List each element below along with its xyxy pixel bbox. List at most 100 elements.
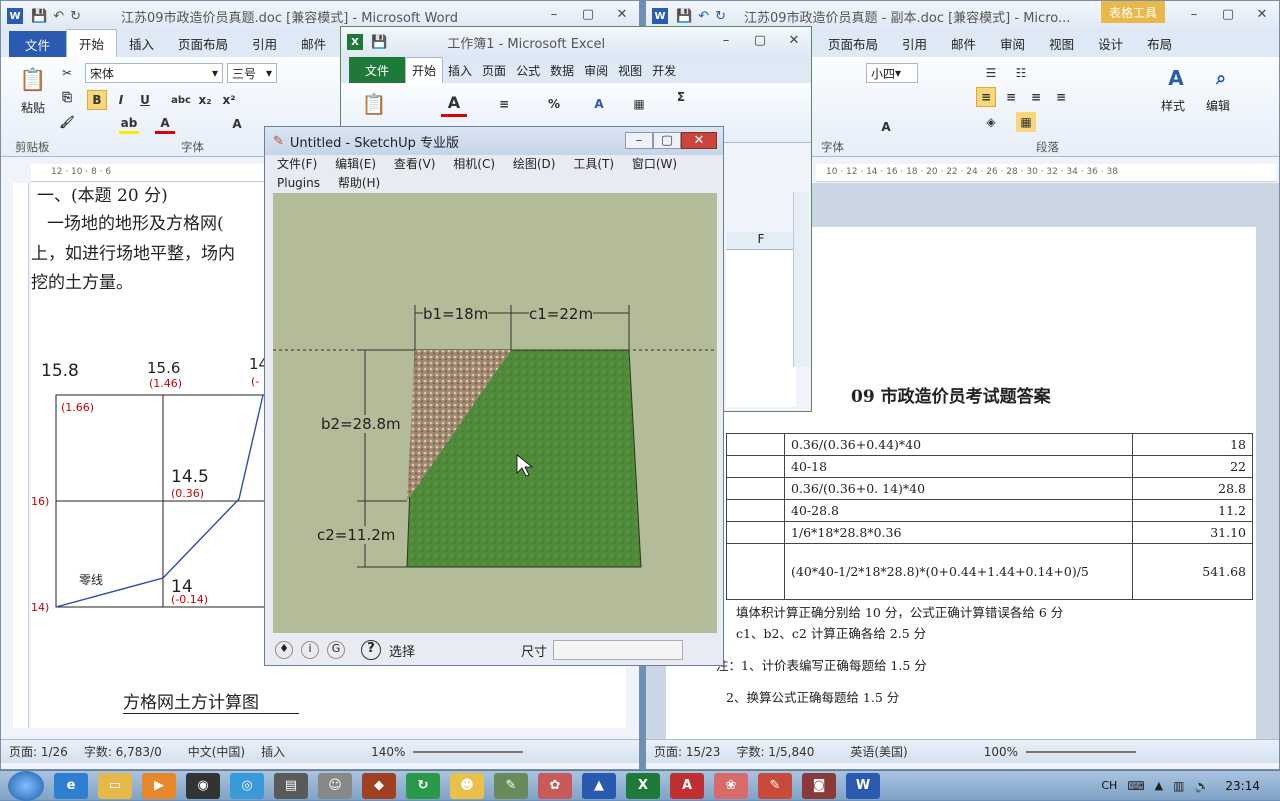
page-indicator[interactable]: 页面: 15/23 [646,743,728,760]
geo-location-icon[interactable]: ♦ [275,641,293,659]
styles-icon[interactable]: A [1161,63,1191,93]
tab-insert[interactable]: 插入 [117,30,166,57]
tab-file[interactable]: 文件 [9,31,67,57]
credits-icon[interactable]: i [301,641,319,659]
tab-page[interactable]: 页面 [477,58,511,83]
zoom-slider[interactable] [413,750,524,753]
sketchup-titlebar[interactable]: ✎ Untitled - SketchUp 专业版 – ▢ ✕ [265,127,723,155]
tab-layout[interactable]: 布局 [1135,30,1184,57]
tab-insert[interactable]: 插入 [443,58,477,83]
tab-design[interactable]: 设计 [1086,30,1135,57]
maximize-icon[interactable]: ▢ [653,132,681,149]
tab-data[interactable]: 数据 [545,58,579,83]
measurements-input[interactable] [553,640,684,660]
sheet-area[interactable]: F [726,232,796,407]
refresh-app-icon[interactable]: ↻ [406,772,440,799]
align-left-button[interactable]: ≡ [976,87,996,107]
zoom-slider[interactable] [1026,750,1137,753]
paste-label[interactable]: 粘贴 [21,99,45,116]
ime-indicator[interactable]: CH [1101,779,1117,792]
user-icon[interactable]: ☺ [318,772,352,799]
font-color-icon[interactable]: A [155,114,175,134]
excel-icon[interactable]: X [347,34,363,50]
subscript-button[interactable]: x₂ [195,90,215,110]
align-right-button[interactable]: ≡ [1026,87,1046,107]
tab-references[interactable]: 引用 [890,30,939,57]
maximize-icon[interactable]: ▢ [1211,7,1245,22]
menu-plugins[interactable]: Plugins [277,176,320,190]
binoculars-icon[interactable]: ⌕ [1206,63,1236,93]
signin-icon[interactable]: G [327,641,345,659]
menu-help[interactable]: 帮助(H) [338,176,380,190]
word-count[interactable]: 字数: 1/5,840 [728,743,822,760]
close-icon[interactable]: ✕ [1245,7,1279,22]
save-icon[interactable]: 💾 [31,9,47,24]
map-icon[interactable]: ✿ [538,772,572,799]
ie-icon[interactable]: e [54,772,88,799]
tab-page-layout[interactable]: 页面布局 [166,30,240,57]
zoom-level[interactable]: 100% [976,745,1026,759]
vertical-ruler[interactable] [13,183,29,728]
grow-font-icon[interactable]: A [227,114,247,134]
align-center-button[interactable]: ≡ [1001,87,1021,107]
redo-icon[interactable]: ↻ [70,9,81,24]
minimize-icon[interactable]: – [625,132,653,149]
tab-references[interactable]: 引用 [240,30,289,57]
minimize-icon[interactable]: – [1177,7,1211,22]
sketchup-icon[interactable]: ✎ [273,134,284,149]
autocad-icon[interactable]: ▲ [582,772,616,799]
start-button[interactable] [8,770,44,801]
cut-icon[interactable]: ✂ [57,63,77,83]
acrobat-icon[interactable]: A [670,772,704,799]
menu-view[interactable]: 查看(V) [394,157,436,171]
sketchup-taskbar-icon[interactable]: ✎ [758,772,792,799]
excel-titlebar[interactable]: X 💾 工作簿1 - Microsoft Excel – ▢ ✕ [341,27,811,57]
film-icon[interactable]: ▤ [274,772,308,799]
underline-button[interactable]: U [135,90,155,110]
app-icon[interactable]: ❀ [714,772,748,799]
language-indicator[interactable]: 中文(中国) [180,743,253,760]
format-painter-icon[interactable]: 🖌 [57,112,77,132]
tab-mailings[interactable]: 邮件 [289,30,338,57]
clock[interactable]: 23:14 [1225,779,1260,793]
strikethrough-button[interactable]: abc [171,90,191,110]
menu-file[interactable]: 文件(F) [277,157,317,171]
superscript-button[interactable]: x² [219,90,239,110]
tab-review[interactable]: 审阅 [579,58,613,83]
chat-icon[interactable]: ☻ [450,772,484,799]
word-count[interactable]: 字数: 6,783/0 [76,743,170,760]
tab-view[interactable]: 视图 [613,58,647,83]
grow-font-button[interactable]: A [876,117,896,137]
font-size-select[interactable]: 三号 ▾ [227,63,277,83]
paste-icon[interactable]: 📋 [359,89,389,119]
word-icon[interactable]: W [7,8,23,24]
close-icon[interactable]: ✕ [681,132,717,149]
media-icon[interactable]: ▶ [142,772,176,799]
help-icon[interactable]: ? [361,640,381,660]
tab-file[interactable]: 文件 [349,57,406,83]
minimize-icon[interactable]: – [537,7,571,22]
tab-home[interactable]: 开始 [66,29,118,57]
tab-mailings[interactable]: 邮件 [939,30,988,57]
word-taskbar-icon[interactable]: W [846,772,880,799]
model-viewport[interactable]: b1=18m c1=22m b2=28.8m c2=11.2m [273,193,717,633]
language-indicator[interactable]: 英语(美国) [842,743,915,760]
percent-icon[interactable]: % [541,91,567,117]
close-icon[interactable]: ✕ [777,33,811,48]
align-icon[interactable]: ≡ [491,91,517,117]
zoom-level[interactable]: 140% [363,745,413,759]
browser-icon[interactable]: ◎ [230,772,264,799]
screen-recorder-icon[interactable]: ◙ [802,772,836,799]
tab-review[interactable]: 审阅 [988,30,1037,57]
menu-tools[interactable]: 工具(T) [573,157,614,171]
paste-icon[interactable]: 📋 [17,63,49,97]
keyboard-icon[interactable]: ⌨ [1127,779,1144,793]
volume-icon[interactable]: 🔊 [1194,779,1209,793]
explorer-icon[interactable]: ▭ [98,772,132,799]
minimize-icon[interactable]: – [709,33,743,48]
styles-icon[interactable]: A [586,91,612,117]
excel-taskbar-icon[interactable]: X [626,772,660,799]
page-indicator[interactable]: 页面: 1/26 [1,743,76,760]
justify-button[interactable]: ≡ [1051,87,1071,107]
bold-button[interactable]: B [87,90,107,110]
